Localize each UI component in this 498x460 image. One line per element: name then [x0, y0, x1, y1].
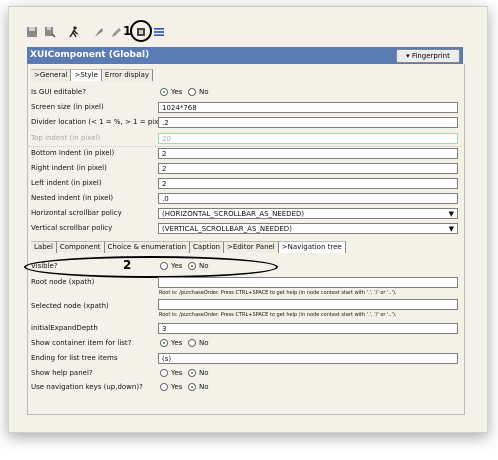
row-gui-editable: Is GUI editable? Yes No: [28, 86, 462, 100]
nested-indent-label: Nested indent (in pixel): [31, 194, 114, 202]
nested-indent-input[interactable]: .0: [158, 193, 458, 204]
gui-editable-no[interactable]: No: [188, 88, 209, 96]
row-nav-keys: Use navigation keys (up,down)? Yes No: [28, 381, 462, 395]
nav-keys-yes[interactable]: Yes: [160, 383, 182, 391]
help-panel-no[interactable]: No: [188, 369, 209, 377]
top-indent-input[interactable]: 20: [158, 133, 458, 144]
save-as-icon[interactable]: [44, 26, 56, 38]
radio-empty-icon: [160, 383, 168, 391]
tab-label[interactable]: Label: [31, 241, 57, 253]
tab-navigation-tree[interactable]: >Navigation tree: [278, 241, 346, 253]
top-indent-label: Top indent (in pixel): [31, 134, 101, 142]
callout-ellipse-2: [24, 256, 278, 278]
chevron-down-icon[interactable]: ▼: [449, 209, 454, 220]
tab-general[interactable]: >General: [31, 69, 72, 81]
help-panel-yes[interactable]: Yes: [160, 369, 182, 377]
toolbar: 1: [16, 20, 471, 46]
radio-selected-icon: [160, 88, 168, 96]
fingerprint-button[interactable]: ▾ Fingerprint: [396, 49, 460, 63]
root-node-hint: Root is: /purchaseOrder. Press CTRL+SPAC…: [159, 290, 397, 296]
tab-component[interactable]: Component: [56, 241, 105, 253]
component-icon[interactable]: [135, 26, 147, 38]
show-container-no[interactable]: No: [188, 339, 209, 347]
help-panel-label: Show help panel?: [31, 369, 93, 377]
radio-empty-icon: [160, 369, 168, 377]
run-icon[interactable]: [68, 26, 80, 38]
row-show-container: Show container item for list? Yes No: [28, 337, 462, 351]
root-node-label: Root node (xpath): [31, 278, 95, 286]
right-indent-label: Right indent (in pixel): [31, 164, 107, 172]
h-scroll-select[interactable]: (HORIZONTAL_SCROLLBAR_AS_NEEDED) ▼: [158, 208, 458, 219]
save-icon[interactable]: [26, 26, 38, 38]
edit-icon[interactable]: [110, 26, 122, 38]
radio-empty-icon: [188, 339, 196, 347]
sub-tabs: Label Component Choice & enumeration Cap…: [31, 241, 346, 253]
nav-keys-label: Use navigation keys (up,down)?: [31, 383, 143, 391]
h-scroll-label: Horizontal scrollbar policy: [31, 209, 122, 217]
gui-editable-yes[interactable]: Yes: [160, 88, 182, 96]
h-scroll-value: (HORIZONTAL_SCROLLBAR_AS_NEEDED): [162, 210, 305, 218]
show-container-label: Show container item for list?: [31, 339, 132, 347]
left-indent-label: Left indent (in pixel): [31, 179, 102, 187]
gui-editable-label: Is GUI editable?: [31, 88, 86, 96]
tab-caption[interactable]: Caption: [190, 241, 225, 253]
list-icon[interactable]: [153, 26, 165, 38]
ending-label: Ending for list tree items: [31, 354, 118, 362]
radio-selected-icon: [188, 369, 196, 377]
ending-input[interactable]: (s): [158, 353, 458, 364]
tab-style[interactable]: >Style: [71, 69, 102, 81]
v-scroll-value: (VERTICAL_SCROLLBAR_AS_NEEDED): [162, 225, 292, 233]
tab-choice-enumeration[interactable]: Choice & enumeration: [104, 241, 191, 253]
tab-editor-panel[interactable]: >Editor Panel: [224, 241, 279, 253]
selected-node-input[interactable]: [158, 299, 458, 310]
v-scroll-select[interactable]: (VERTICAL_SCROLLBAR_AS_NEEDED) ▼: [158, 223, 458, 234]
expand-depth-input[interactable]: 3: [158, 323, 458, 334]
top-tabs: >General >Style Error display: [31, 69, 154, 81]
chevron-down-icon[interactable]: ▼: [449, 224, 454, 235]
radio-selected-icon: [160, 339, 168, 347]
root-node-input[interactable]: [158, 277, 458, 288]
divider-label: Divider location (< 1 = %, > 1 = pixel): [31, 118, 168, 126]
screen-size-input[interactable]: 1024*768: [158, 102, 458, 113]
tab-error-display[interactable]: Error display: [101, 69, 154, 81]
nav-keys-no[interactable]: No: [188, 383, 209, 391]
bottom-indent-input[interactable]: 2: [158, 148, 458, 159]
pin-icon[interactable]: [92, 26, 104, 38]
right-indent-input[interactable]: 2: [158, 163, 458, 174]
selected-node-label: Selected node (xpath): [31, 302, 109, 310]
component-title: XUIComponent (Global): [30, 50, 150, 60]
radio-empty-icon: [188, 88, 196, 96]
row-help-panel: Show help panel? Yes No: [28, 367, 462, 381]
v-scroll-label: Vertical scrollbar policy: [31, 224, 113, 232]
expand-depth-label: initialExpandDepth: [31, 324, 98, 332]
radio-selected-icon: [188, 383, 196, 391]
screen-size-label: Screen size (in pixel): [31, 103, 104, 111]
bottom-indent-label: Bottom Indent (in pixel): [31, 149, 115, 157]
selected-node-hint: Root is: /purchaseOrder. Press CTRL+SPAC…: [159, 312, 397, 318]
left-indent-input[interactable]: 2: [158, 178, 458, 189]
show-container-yes[interactable]: Yes: [160, 339, 182, 347]
component-title-bar: XUIComponent (Global) ▾ Fingerprint: [27, 47, 463, 64]
divider-input[interactable]: .2: [158, 117, 458, 128]
